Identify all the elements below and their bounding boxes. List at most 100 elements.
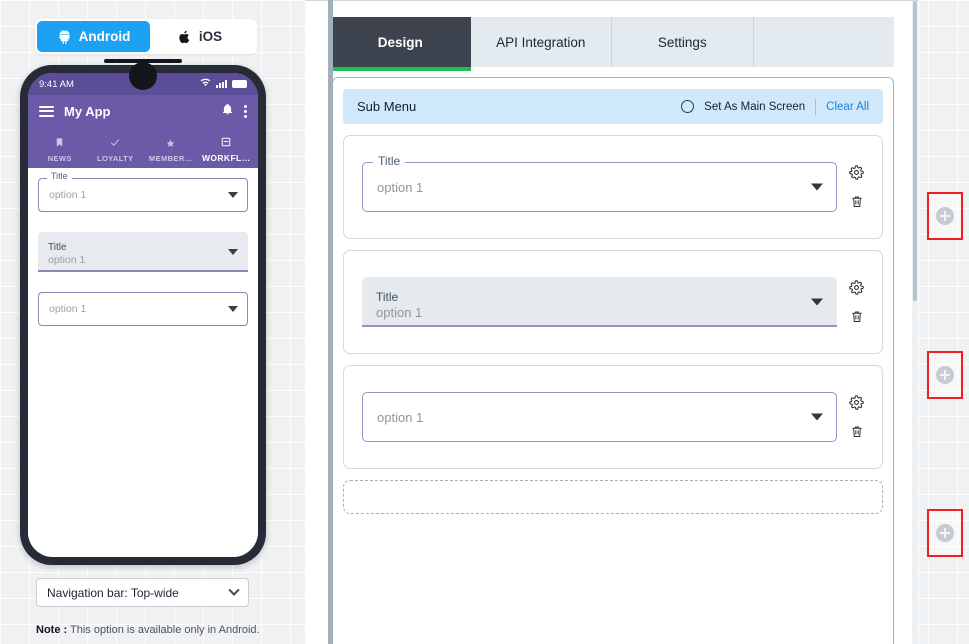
submenu-header: Sub Menu Set As Main Screen Clear All — [343, 89, 883, 124]
item-2-value: option 1 — [376, 305, 423, 320]
phone-tab-workflow[interactable]: WORKFL… — [199, 137, 255, 163]
phone-tab-label: WORKFL… — [201, 153, 251, 163]
dropdown-caret-icon[interactable] — [228, 306, 238, 312]
window-icon — [221, 137, 231, 150]
tab-design[interactable]: Design — [330, 17, 471, 71]
panel-scrollbar-thumb[interactable] — [913, 1, 917, 301]
panel-scrollbar[interactable] — [912, 1, 918, 644]
apple-icon — [178, 29, 192, 45]
dropdown-caret-icon[interactable] — [811, 413, 823, 421]
radio-unchecked-icon[interactable] — [681, 100, 695, 113]
phone-field-2[interactable]: Title option 1 — [38, 232, 248, 272]
tab-api-integration[interactable]: API Integration — [470, 17, 612, 67]
trash-icon[interactable] — [850, 424, 864, 439]
submenu-title: Sub Menu — [357, 99, 417, 114]
item-3-value: option 1 — [377, 409, 424, 425]
navigation-bar-select-value: Navigation bar: Top-wide — [47, 585, 179, 600]
os-toggle-ios-label: iOS — [198, 29, 223, 44]
os-toggle-android[interactable]: Android — [37, 21, 150, 52]
add-circle-icon — [936, 524, 954, 542]
add-circle-icon — [936, 207, 954, 225]
item-2-label: Title — [376, 290, 399, 304]
phone-field-2-label: Title — [48, 241, 67, 253]
trash-icon[interactable] — [850, 309, 864, 324]
phone-field-3[interactable]: option 1 — [38, 292, 248, 326]
item-1-label: Title — [373, 154, 406, 168]
item-3-field[interactable]: option 1 — [362, 392, 837, 442]
design-canvas: Sub Menu Set As Main Screen Clear All Ti… — [332, 77, 894, 644]
phone-field-1-label: Title — [47, 171, 72, 181]
dropdown-caret-icon[interactable] — [228, 249, 238, 255]
phone-field-1[interactable]: Title option 1 — [38, 171, 248, 212]
note-prefix: Note : — [36, 624, 68, 636]
os-toggle: Android iOS — [35, 19, 257, 54]
dropdown-caret-icon[interactable] — [811, 183, 823, 191]
phone-field-3-value: option 1 — [49, 303, 87, 315]
tab-api-integration-label: API Integration — [496, 34, 586, 50]
tab-design-label: Design — [377, 34, 423, 50]
os-toggle-android-label: Android — [78, 29, 131, 44]
gear-icon[interactable] — [849, 280, 864, 295]
clear-all-button[interactable]: Clear All — [826, 101, 869, 113]
phone-screen: 9:41 AM My App NEWS LOYALTY MEMBER… WORK… — [28, 73, 258, 557]
item-3-actions — [849, 395, 864, 439]
gear-icon[interactable] — [849, 395, 864, 410]
main-panel: Design API Integration Settings Sub Menu… — [305, 0, 919, 644]
add-rail — [919, 0, 969, 644]
submenu-actions: Set As Main Screen Clear All — [681, 98, 869, 115]
dropdown-caret-icon[interactable] — [228, 192, 238, 198]
hamburger-icon[interactable] — [39, 105, 54, 117]
set-as-main-screen-label[interactable]: Set As Main Screen — [704, 101, 805, 113]
phone-speaker — [104, 59, 182, 63]
android-icon — [57, 29, 72, 44]
add-circle-icon — [936, 366, 954, 384]
item-1-field[interactable]: Title option 1 — [362, 154, 837, 212]
phone-camera-notch — [129, 62, 157, 90]
wifi-icon — [200, 78, 211, 90]
phone-tab-loyalty[interactable]: LOYALTY — [88, 137, 144, 163]
page-scrollbar[interactable] — [328, 0, 333, 644]
app-root: Android iOS 9:41 AM My App NEWS LOYALTY … — [0, 0, 969, 644]
navigation-bar-select[interactable]: Navigation bar: Top-wide — [36, 578, 249, 607]
note-body: This option is available only in Android… — [67, 624, 260, 636]
item-1-value: option 1 — [377, 179, 424, 195]
preview-column: Android iOS 9:41 AM My App NEWS LOYALTY … — [0, 0, 305, 644]
menu-item-card: option 1 — [343, 365, 883, 469]
phone-tab-label: NEWS — [47, 154, 72, 163]
phone-field-1-value: option 1 — [49, 189, 87, 201]
phone-tab-membership[interactable]: MEMBER… — [143, 139, 199, 163]
menu-item-card: Title option 1 — [343, 250, 883, 354]
tab-settings[interactable]: Settings — [612, 17, 754, 67]
gear-icon[interactable] — [849, 165, 864, 180]
note-text: Note : This option is available only in … — [36, 624, 260, 636]
signal-bars-icon — [216, 80, 227, 88]
add-button-3[interactable] — [927, 509, 963, 557]
menu-item-card: Title option 1 — [343, 135, 883, 239]
phone-content: Title option 1 Title option 1 option 1 — [28, 168, 258, 557]
phone-tab-news[interactable]: NEWS — [32, 137, 88, 163]
phone-preview: 9:41 AM My App NEWS LOYALTY MEMBER… WORK… — [20, 59, 266, 565]
item-1-actions — [849, 165, 864, 209]
drop-placeholder-card[interactable] — [343, 480, 883, 514]
add-button-2[interactable] — [927, 351, 963, 399]
status-indicators — [200, 78, 247, 90]
check-icon — [109, 137, 121, 151]
star-icon — [166, 139, 175, 151]
kebab-menu-icon[interactable] — [244, 104, 247, 118]
trash-icon[interactable] — [850, 194, 864, 209]
dropdown-caret-icon[interactable] — [811, 298, 823, 306]
item-2-field[interactable]: Title option 1 — [362, 277, 837, 327]
divider — [815, 98, 817, 115]
phone-tab-label: LOYALTY — [96, 154, 134, 163]
battery-icon — [232, 80, 247, 88]
phone-app-bar: My App — [28, 95, 258, 127]
phone-app-title: My App — [64, 103, 111, 119]
item-2-actions — [849, 280, 864, 324]
os-toggle-ios[interactable]: iOS — [150, 21, 250, 52]
bookmark-icon — [54, 137, 65, 151]
chevron-down-icon — [228, 584, 240, 596]
tab-empty — [753, 17, 894, 67]
status-time: 9:41 AM — [39, 78, 74, 90]
add-button-1[interactable] — [927, 192, 963, 240]
bell-icon[interactable] — [221, 102, 234, 121]
